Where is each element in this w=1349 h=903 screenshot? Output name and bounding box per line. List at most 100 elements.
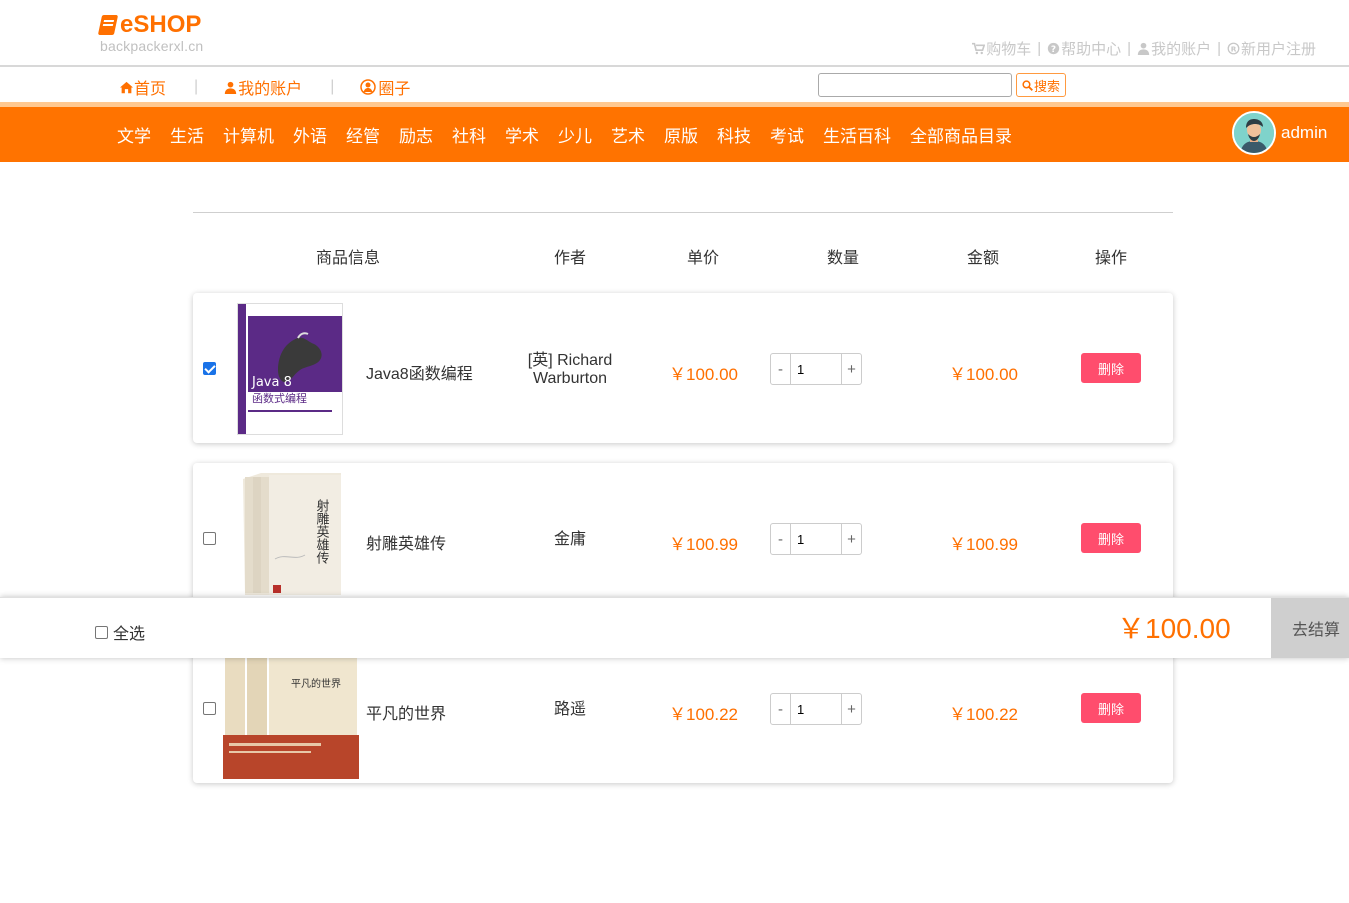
user-icon	[1137, 42, 1150, 55]
cart-link[interactable]: 购物车	[972, 38, 1031, 59]
search-input[interactable]	[818, 73, 1012, 97]
book-icon	[97, 15, 119, 35]
item-author: 金庸	[553, 531, 586, 548]
category-item[interactable]: 生活百科	[823, 122, 891, 147]
quantity-stepper: - 1 +	[770, 523, 862, 555]
register-link-label: 新用户注册	[1240, 41, 1316, 58]
increase-button[interactable]: +	[842, 694, 861, 724]
header-author: 作者	[554, 250, 587, 267]
item-checkbox[interactable]	[203, 362, 216, 375]
header-action: 操作	[1095, 250, 1128, 267]
separator: |	[1217, 40, 1221, 57]
username: admin	[1281, 123, 1328, 142]
delete-button[interactable]: 删除	[1081, 523, 1141, 553]
help-link-label: 帮助中心	[1061, 41, 1122, 58]
delete-button[interactable]: 删除	[1081, 693, 1141, 723]
logo-text: eSHOP	[120, 11, 202, 38]
user-menu[interactable]: admin	[1232, 111, 1327, 155]
category-item[interactable]: 外语	[293, 122, 327, 147]
help-link[interactable]: ? 帮助中心	[1047, 38, 1121, 59]
header-unit-price: 单价	[687, 250, 720, 267]
avatar	[1232, 111, 1276, 155]
book-cover[interactable]: 平凡的世界	[223, 641, 359, 779]
user-icon	[224, 81, 237, 94]
cart-divider	[193, 212, 1173, 213]
page: eSHOP backpackerxl.cn 购物车 | ? 帮助中心 | 我的账…	[0, 0, 1349, 903]
account-link-label: 我的账户	[1151, 41, 1212, 58]
item-checkbox[interactable]	[203, 702, 216, 715]
header-divider	[0, 65, 1349, 67]
avatar-image	[1234, 113, 1274, 153]
cart-icon	[972, 42, 986, 55]
category-item[interactable]: 社科	[452, 122, 486, 147]
circle-link-label: 圈子	[378, 81, 411, 98]
book-cover-image: 平凡的世界	[223, 651, 359, 779]
quantity-stepper: - 1 +	[770, 353, 862, 385]
my-account-link[interactable]: 我的账户	[224, 75, 302, 99]
cart-item: 射雕英雄传 射雕英雄传 金庸 ￥100.99 - 1 + ￥100.99 删除	[193, 463, 1173, 613]
category-item[interactable]: 少儿	[558, 122, 592, 147]
category-item[interactable]: 文学	[117, 122, 151, 147]
category-item[interactable]: 励志	[399, 122, 433, 147]
category-item[interactable]: 原版	[664, 122, 698, 147]
svg-text:函数式编程: 函数式编程	[252, 391, 307, 405]
account-link[interactable]: 我的账户	[1137, 38, 1211, 59]
svg-text:?: ?	[1051, 45, 1056, 55]
select-all-checkbox[interactable]	[95, 625, 108, 639]
item-checkbox[interactable]	[203, 532, 216, 545]
total-price: ￥100.00	[1117, 613, 1231, 644]
search-button[interactable]: 搜索	[1016, 73, 1066, 97]
increase-button[interactable]: +	[842, 354, 861, 384]
quantity-input[interactable]: 1	[790, 694, 842, 724]
home-link-label: 首页	[134, 81, 167, 98]
circle-link[interactable]: 圈子	[360, 75, 410, 99]
checkout-button[interactable]: 去结算	[1271, 598, 1349, 658]
cart-link-label: 购物车	[986, 41, 1032, 58]
category-list: 文学 生活 计算机 外语 经管 励志 社科 学术 少儿 艺术 原版 科技 考试 …	[117, 107, 1031, 162]
category-item[interactable]: 经管	[346, 122, 380, 147]
item-unit-price: ￥100.22	[669, 705, 738, 724]
book-cover[interactable]: Java 8 函数式编程	[237, 303, 343, 435]
question-circle-icon: ?	[1047, 42, 1060, 55]
item-unit-price: ￥100.99	[669, 535, 738, 554]
book-cover[interactable]: 射雕英雄传	[241, 469, 345, 597]
svg-text:Java 8: Java 8	[251, 375, 292, 390]
quantity-input[interactable]: 1	[790, 354, 842, 384]
separator: |	[1127, 40, 1132, 57]
site-logo[interactable]: eSHOP backpackerxl.cn	[97, 11, 204, 54]
item-unit-price: ￥100.00	[669, 365, 738, 384]
item-title[interactable]: 射雕英雄传	[366, 530, 446, 554]
item-title[interactable]: Java8函数编程	[366, 360, 473, 384]
increase-button[interactable]: +	[842, 524, 861, 554]
header-amount: 金额	[967, 250, 1000, 267]
category-item[interactable]: 科技	[717, 122, 751, 147]
search-button-label: 搜索	[1033, 78, 1060, 94]
user-circle-icon	[360, 79, 377, 95]
logo-subtitle: backpackerxl.cn	[100, 38, 204, 54]
decrease-button[interactable]: -	[771, 694, 790, 724]
item-amount: ￥100.99	[949, 535, 1018, 554]
register-link[interactable]: R 新用户注册	[1227, 38, 1316, 59]
select-all[interactable]: 全选	[95, 620, 145, 644]
book-cover-image: Java 8 函数式编程	[238, 304, 342, 434]
category-item[interactable]: 全部商品目录	[910, 122, 1012, 147]
sub-nav: 首页 | 我的账户 | 圈子	[120, 75, 410, 99]
delete-button[interactable]: 删除	[1081, 353, 1141, 383]
item-amount: ￥100.00	[949, 365, 1018, 384]
category-bar: 文学 生活 计算机 外语 经管 励志 社科 学术 少儿 艺术 原版 科技 考试 …	[0, 107, 1349, 162]
category-item[interactable]: 计算机	[223, 122, 274, 147]
my-account-link-label: 我的账户	[238, 81, 303, 98]
decrease-button[interactable]: -	[771, 524, 790, 554]
decrease-button[interactable]: -	[771, 354, 790, 384]
top-links: 购物车 | ? 帮助中心 | 我的账户 | R 新用户注册	[972, 38, 1316, 59]
header-quantity: 数量	[827, 250, 860, 267]
item-title[interactable]: 平凡的世界	[366, 700, 446, 724]
category-item[interactable]: 考试	[770, 122, 804, 147]
item-author: [英] Richard Warburton	[527, 352, 613, 387]
home-link[interactable]: 首页	[120, 75, 166, 99]
category-item[interactable]: 学术	[505, 122, 539, 147]
category-item[interactable]: 生活	[170, 122, 204, 147]
svg-text:R: R	[1231, 44, 1237, 53]
quantity-input[interactable]: 1	[790, 524, 842, 554]
category-item[interactable]: 艺术	[611, 122, 645, 147]
